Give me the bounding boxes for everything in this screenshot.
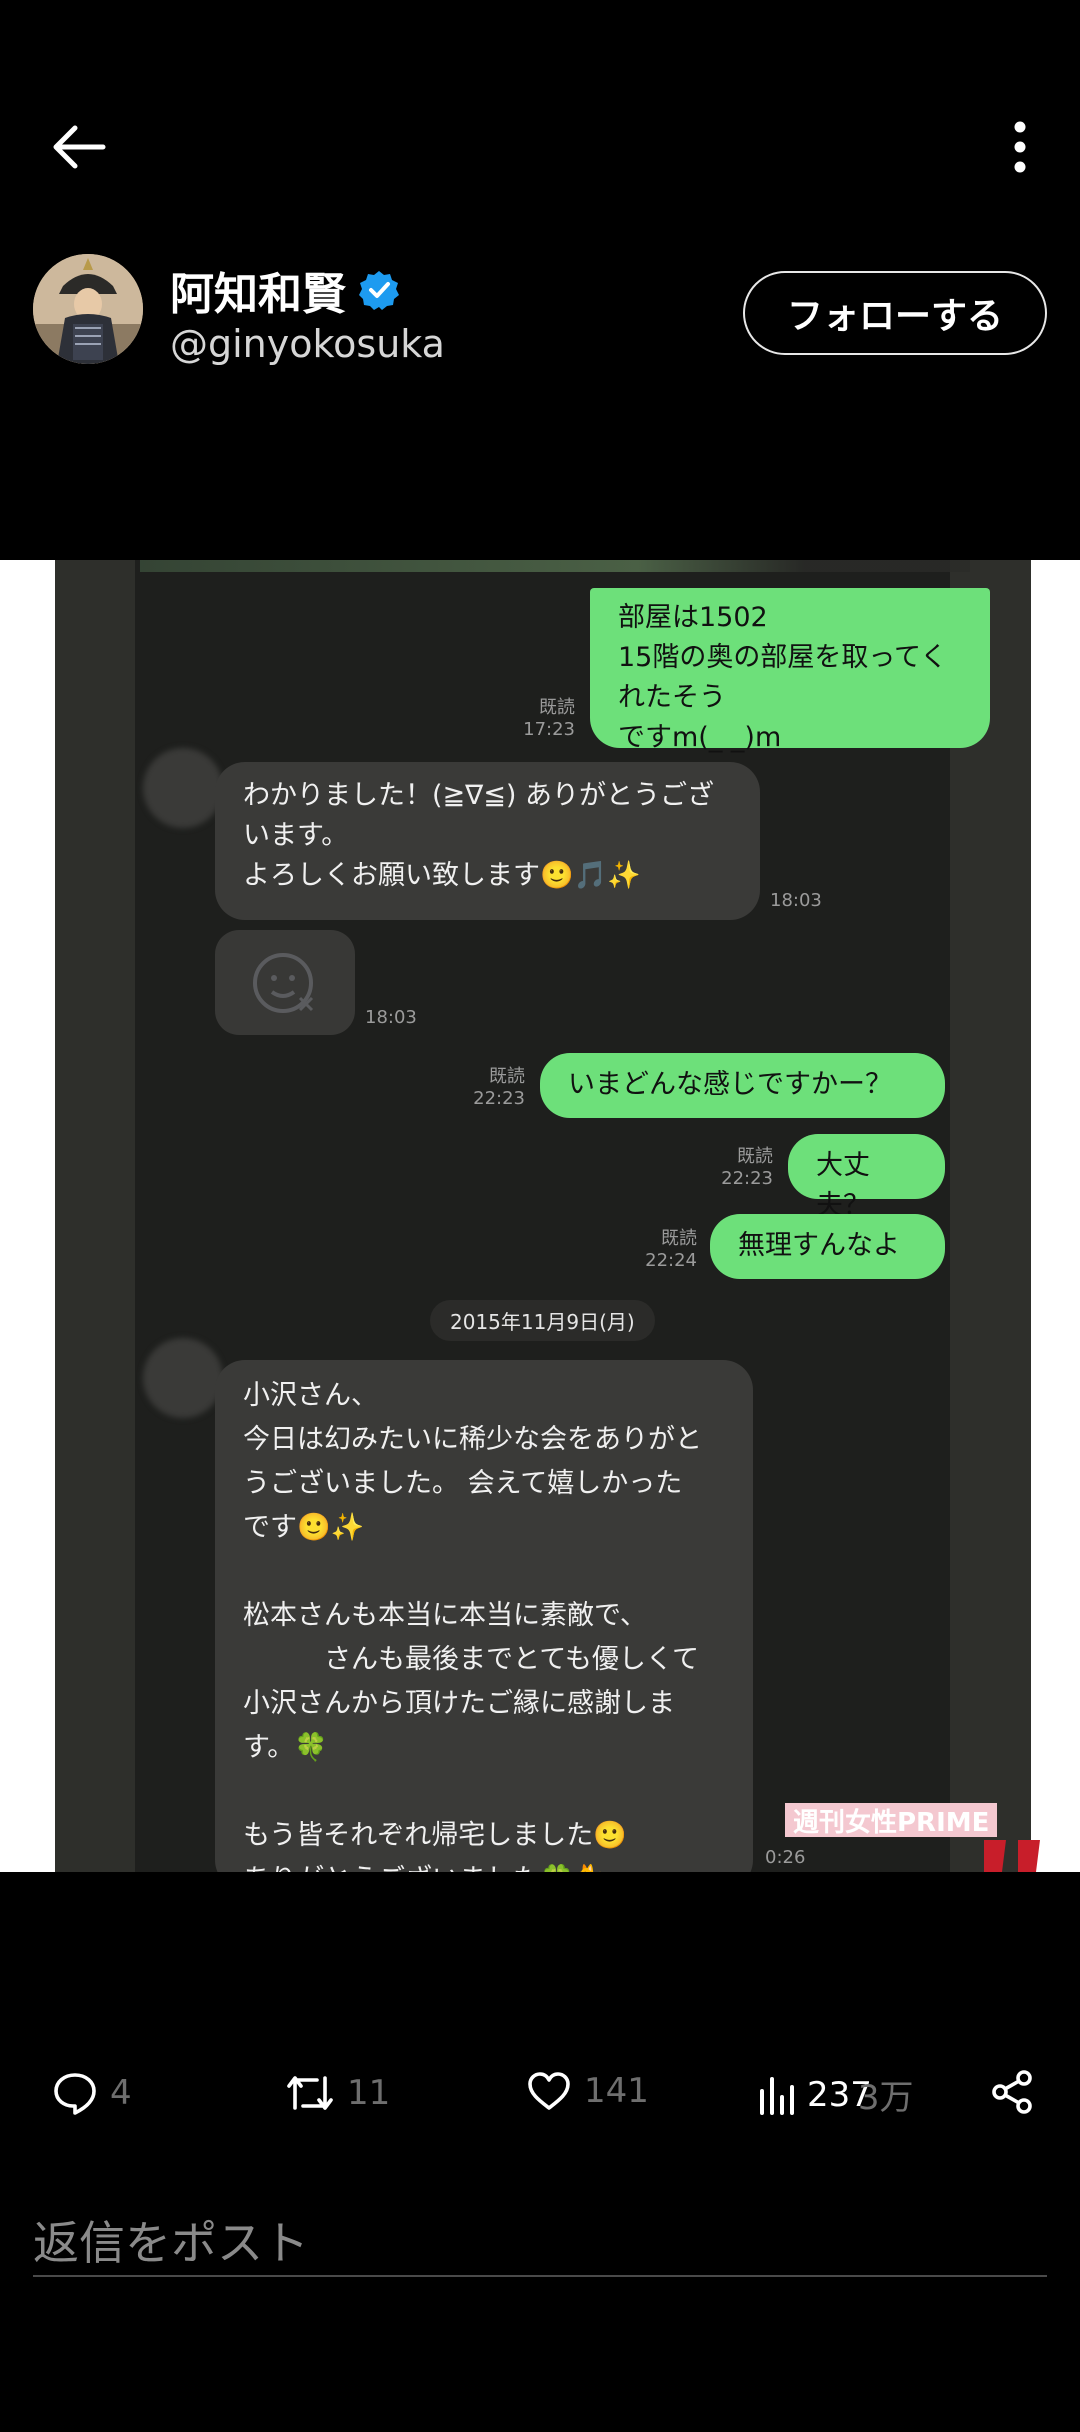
like-count: 141: [584, 2071, 649, 2111]
watermark-logo: 週刊女性PRIME: [785, 1803, 998, 1838]
more-options-button[interactable]: [1000, 112, 1040, 182]
author-handle[interactable]: @ginyokosuka: [170, 322, 445, 366]
share-button[interactable]: [990, 2070, 1034, 2114]
author-name[interactable]: 阿知和賢: [170, 258, 346, 322]
tweet-media-image[interactable]: 部屋は1502 15階の奥の部屋を取ってくれたそう ですm(_ _)m 既読 1…: [0, 560, 1080, 1872]
chat-sticker: [215, 930, 355, 1035]
chat-message-theirs: わかりました！(≧∇≦) ありがとうござ います。 よろしくお願い致します🙂🎵✨: [215, 762, 760, 920]
like-icon: [528, 2072, 570, 2110]
date-separator: 2015年11月9日(月): [430, 1300, 655, 1341]
message-time: 17:23: [523, 719, 575, 740]
chat-message-mine: いまどんな感じですかー？: [540, 1053, 945, 1118]
chat-message-theirs: 小沢さん、 今日は幻みたいに稀少な会をありがと うございました。 会えて嬉しかっ…: [215, 1360, 753, 1872]
message-time: 0:26: [765, 1847, 806, 1868]
reply-count: 4: [110, 2073, 132, 2113]
avatar[interactable]: [33, 254, 143, 364]
reply-input-underline: [33, 2275, 1047, 2277]
views-button[interactable]: 237 3万: [757, 2070, 914, 2119]
tweet-actions-bar: 4 11 141 237 3万: [0, 2060, 1080, 2140]
chat-screenshot: 部屋は1502 15階の奥の部屋を取ってくれたそう ですm(_ _)m 既読 1…: [55, 560, 1031, 1872]
samurai-avatar-image: [33, 254, 143, 364]
repost-button[interactable]: 11: [285, 2070, 390, 2116]
chat-message-mine: 無理すんなよ: [710, 1214, 945, 1279]
views-count-overlap: 3万: [857, 2078, 914, 2118]
repost-icon: [287, 2076, 333, 2110]
arrow-left-icon: [53, 125, 106, 169]
follow-button[interactable]: フォローする: [743, 271, 1047, 355]
chat-message-meta: 既読 22:24: [645, 1228, 697, 1271]
message-time: 18:03: [365, 1007, 417, 1028]
read-receipt: 既読: [539, 697, 575, 718]
verified-badge-icon: [358, 269, 400, 311]
like-button[interactable]: 141: [526, 2070, 649, 2112]
chat-top-strip: [140, 560, 970, 572]
chat-message-meta: 既読 22:23: [473, 1066, 525, 1109]
chat-message-meta: 既読 17:23: [485, 697, 575, 741]
author-name-row: 阿知和賢: [170, 258, 400, 322]
smiley-sticker-icon: [253, 952, 314, 1013]
reply-icon: [54, 2073, 96, 2115]
sender-avatar: [143, 1338, 223, 1418]
reply-button[interactable]: 4: [52, 2070, 132, 2116]
reply-input[interactable]: 返信をポスト: [33, 2200, 1047, 2280]
message-time: 18:03: [770, 890, 822, 911]
chat-message-mine: 大丈夫？: [788, 1134, 945, 1221]
repost-count: 11: [347, 2073, 391, 2113]
sender-avatar: [143, 748, 223, 828]
back-button[interactable]: [44, 112, 114, 182]
more-vertical-icon: [1014, 121, 1026, 173]
views-icon: [760, 2076, 794, 2115]
chat-message-meta: 既読 22:23: [721, 1146, 773, 1189]
quote-mark-icon: [984, 1840, 1040, 1872]
share-icon: [992, 2070, 1032, 2114]
chat-message-mine: 部屋は1502 15階の奥の部屋を取ってくれたそう ですm(_ _)m: [590, 588, 990, 753]
